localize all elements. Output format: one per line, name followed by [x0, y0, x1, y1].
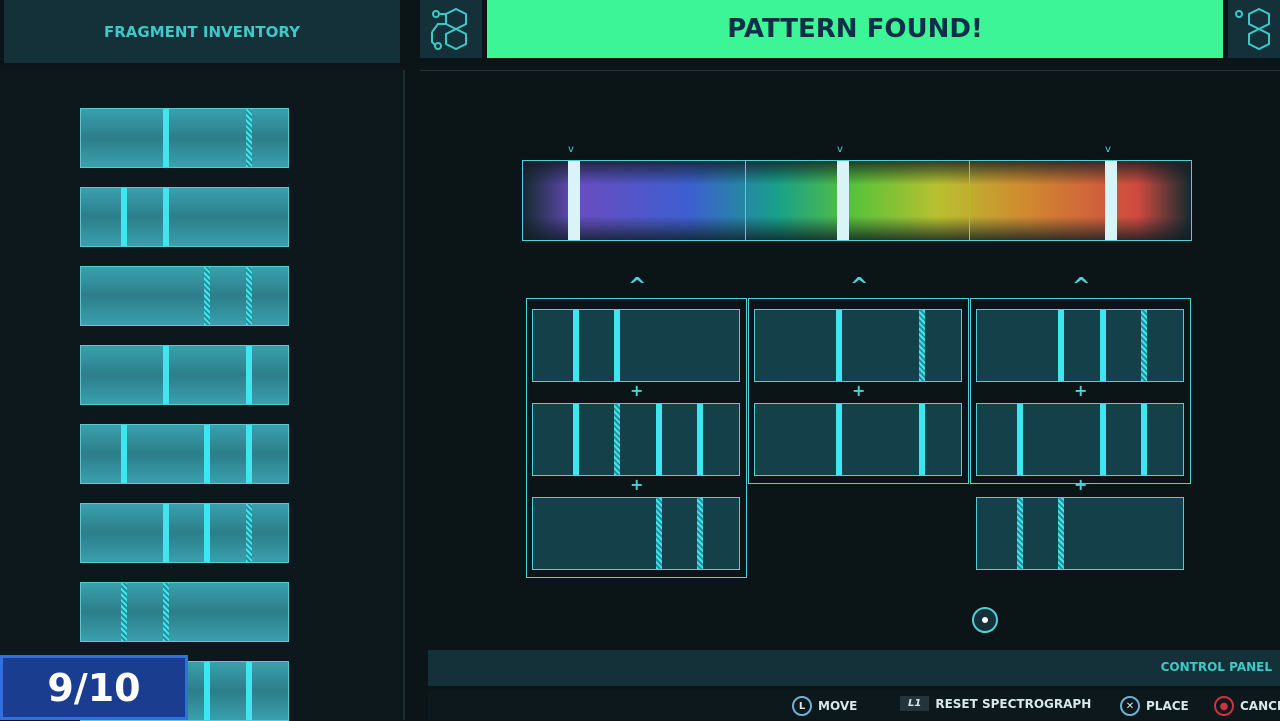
inventory-title: FRAGMENT INVENTORY — [103, 22, 301, 41]
hatched-band — [1017, 498, 1024, 569]
plus-icon: + — [1074, 381, 1088, 400]
inventory-fragment[interactable] — [80, 266, 289, 326]
solid-band — [245, 425, 252, 483]
spectrum-line — [837, 161, 849, 240]
solid-band — [614, 310, 621, 381]
spectrograph — [522, 160, 1192, 241]
spectrum-divider — [969, 161, 970, 240]
inventory-fragment[interactable] — [80, 187, 289, 247]
solid-band — [121, 188, 128, 246]
molecule-icon — [1228, 0, 1280, 58]
solid-band — [918, 404, 925, 475]
l1-button-icon: L1 — [900, 696, 930, 711]
solid-band — [204, 504, 211, 562]
solid-band — [245, 662, 252, 720]
divider — [420, 70, 1280, 71]
solid-band — [162, 188, 169, 246]
control-panel-title: CONTROL PANEL — [1160, 660, 1272, 674]
marker-icon: v — [1105, 144, 1111, 155]
move-label: MOVE — [818, 699, 858, 713]
fragment-inventory-header: FRAGMENT INVENTORY — [4, 0, 400, 63]
hatched-band — [245, 109, 252, 167]
inventory-fragment[interactable] — [80, 424, 289, 484]
inventory-fragment[interactable] — [80, 108, 289, 168]
inventory-fragment[interactable] — [80, 503, 289, 563]
placed-fragment[interactable] — [754, 309, 962, 382]
marker-icon: v — [568, 144, 574, 155]
hatched-band — [655, 498, 662, 569]
spectrum-line — [568, 161, 580, 240]
solid-band — [1017, 404, 1024, 475]
solid-band — [1099, 310, 1106, 381]
cursor-icon[interactable] — [972, 607, 998, 633]
pattern-found-banner: PATTERN FOUND! — [487, 0, 1223, 58]
solid-band — [245, 346, 252, 404]
hatched-band — [162, 583, 169, 641]
solid-band — [1140, 404, 1147, 475]
placed-fragment[interactable] — [754, 403, 962, 476]
placed-fragment[interactable] — [976, 309, 1184, 382]
cancel-control[interactable]: ● CANCEL — [1214, 696, 1280, 716]
molecule-icon — [420, 0, 482, 58]
solid-band — [655, 404, 662, 475]
solid-band — [836, 404, 843, 475]
reset-label: RESET SPECTROGRAPH — [935, 696, 1092, 711]
placed-fragment[interactable] — [976, 497, 1184, 570]
plus-icon: + — [630, 475, 644, 494]
solid-band — [121, 425, 128, 483]
left-stick-icon: L — [792, 696, 812, 716]
placed-fragment[interactable] — [532, 403, 740, 476]
column-arrow-icon: ^ — [628, 274, 647, 299]
hatched-band — [245, 267, 252, 325]
counter-text: 9/10 — [47, 665, 141, 710]
solid-band — [573, 404, 580, 475]
move-control[interactable]: L MOVE — [792, 696, 857, 716]
plus-icon: + — [630, 381, 644, 400]
hatched-band — [1140, 310, 1147, 381]
solid-band — [696, 404, 703, 475]
solid-band — [162, 109, 169, 167]
plus-icon: + — [1074, 475, 1088, 494]
solid-band — [1058, 310, 1065, 381]
circle-button-icon: ● — [1214, 696, 1234, 716]
inventory-fragment[interactable] — [80, 582, 289, 642]
column-arrow-icon: ^ — [1072, 274, 1091, 299]
reset-spectrograph-control[interactable]: L1 RESET SPECTROGRAPH — [900, 696, 1091, 711]
solid-band — [162, 346, 169, 404]
placed-fragment[interactable] — [532, 309, 740, 382]
hatched-band — [696, 498, 703, 569]
place-label: PLACE — [1146, 699, 1189, 713]
placed-fragment[interactable] — [532, 497, 740, 570]
hatched-band — [204, 267, 211, 325]
inventory-fragment[interactable] — [80, 345, 289, 405]
cancel-label: CANCEL — [1240, 699, 1280, 713]
spectrum-divider — [745, 161, 746, 240]
solid-band — [162, 504, 169, 562]
place-control[interactable]: ✕ PLACE — [1120, 696, 1189, 716]
cross-button-icon: ✕ — [1120, 696, 1140, 716]
marker-icon: v — [837, 144, 843, 155]
solid-band — [204, 662, 211, 720]
solid-band — [1099, 404, 1106, 475]
hatched-band — [1058, 498, 1065, 569]
progress-counter: 9/10 — [0, 655, 188, 720]
column-arrow-icon: ^ — [850, 274, 869, 299]
solid-band — [573, 310, 580, 381]
solid-band — [204, 425, 211, 483]
solid-band — [836, 310, 843, 381]
placed-fragment[interactable] — [976, 403, 1184, 476]
control-bar: L MOVE L1 RESET SPECTROGRAPH ✕ PLACE ● CANCE… — [428, 690, 1280, 720]
hatched-band — [121, 583, 128, 641]
hatched-band — [245, 504, 252, 562]
hatched-band — [918, 310, 925, 381]
control-panel-header: CONTROL PANEL — [428, 650, 1280, 686]
plus-icon: + — [852, 381, 866, 400]
banner-text: PATTERN FOUND! — [727, 14, 983, 44]
hatched-band — [614, 404, 621, 475]
spectrum-line — [1105, 161, 1117, 240]
